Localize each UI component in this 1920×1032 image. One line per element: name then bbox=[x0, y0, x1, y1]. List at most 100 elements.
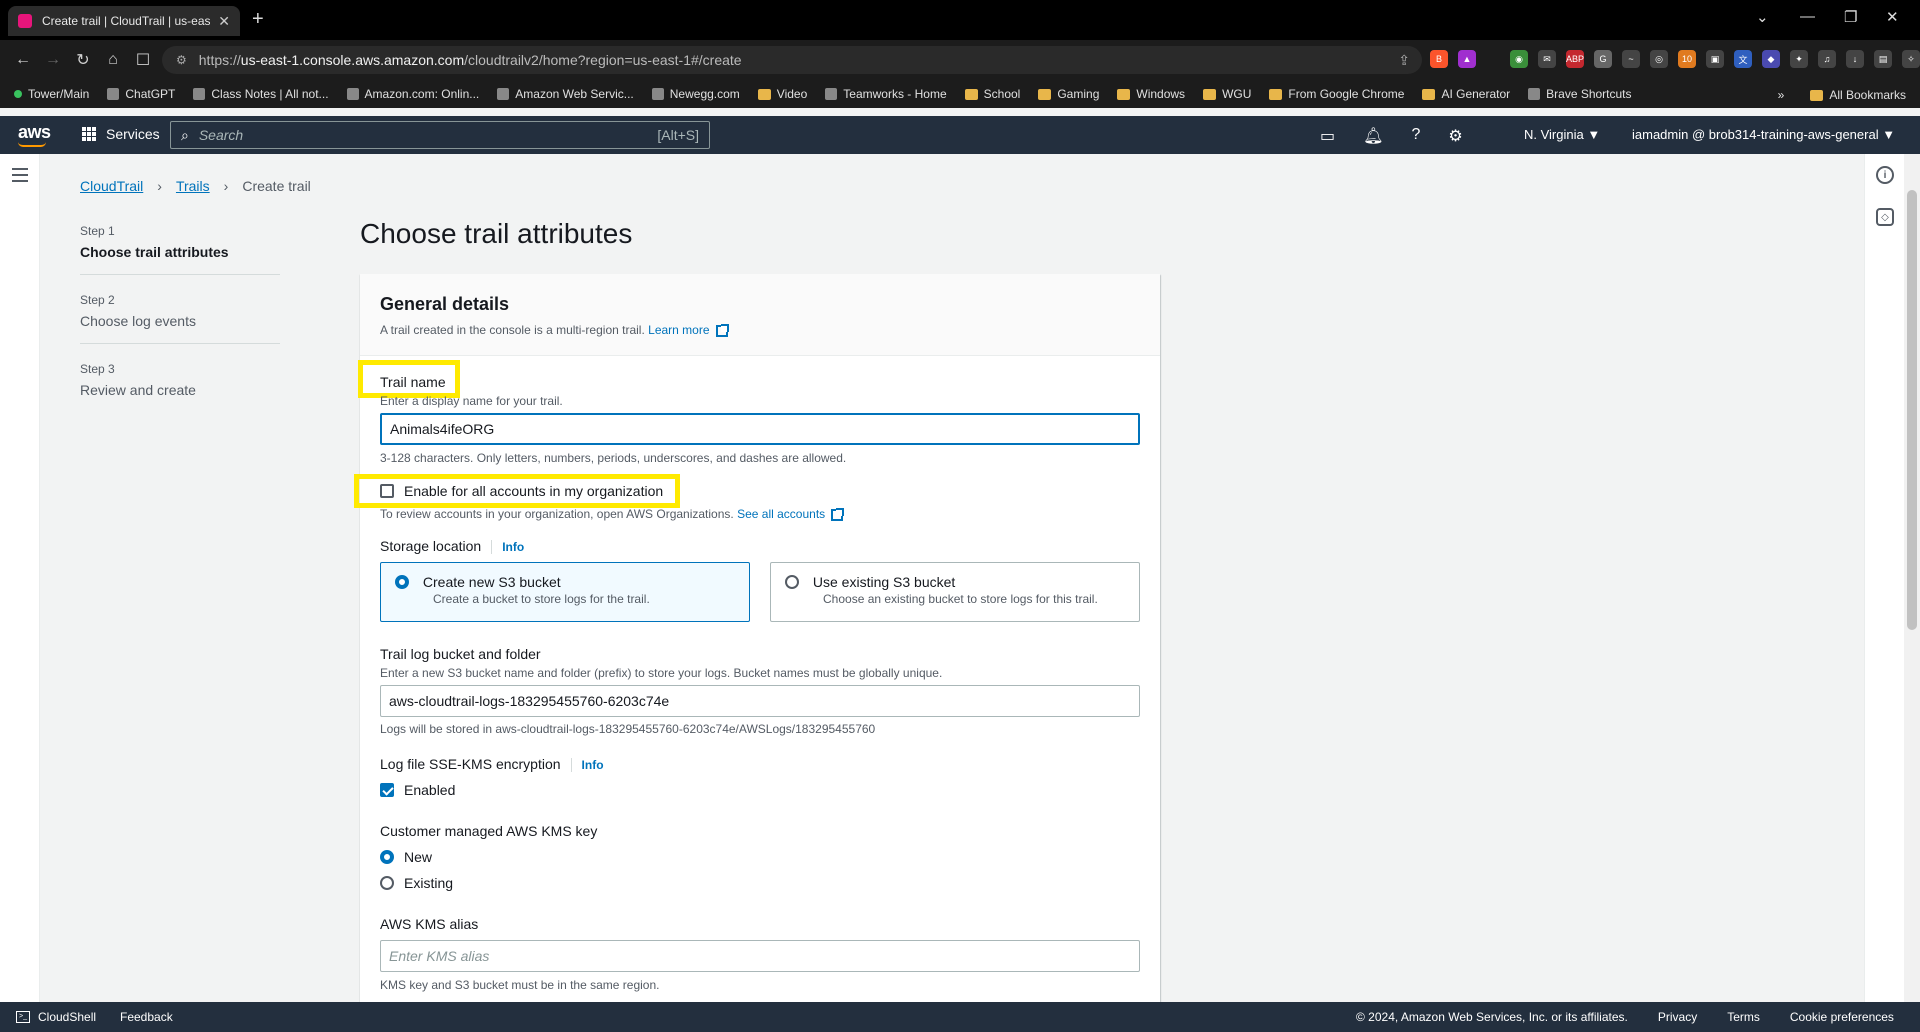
cloudshell-icon[interactable]: ▭ bbox=[1320, 126, 1335, 146]
tab-close-icon[interactable]: ✕ bbox=[218, 13, 230, 30]
extension-icon[interactable]: 10 bbox=[1678, 50, 1696, 68]
create-new-bucket-radio[interactable] bbox=[395, 575, 409, 590]
back-arrow-icon[interactable]: ← bbox=[8, 51, 38, 69]
cloudshell-button[interactable]: >_ CloudShell bbox=[16, 1010, 96, 1024]
brave-shields-icon[interactable]: B bbox=[1430, 50, 1448, 68]
bookmark-label: Video bbox=[776, 87, 808, 101]
restore-window-button[interactable]: ❐ bbox=[1844, 8, 1857, 26]
extension-icon[interactable]: ◎ bbox=[1650, 50, 1668, 68]
services-menu[interactable]: Services bbox=[82, 126, 160, 142]
kms-alias-input[interactable]: Enter KMS alias bbox=[380, 940, 1140, 972]
terms-link[interactable]: Terms bbox=[1727, 1010, 1760, 1024]
bookmark-item[interactable]: Teamworks - Home bbox=[825, 87, 947, 101]
music-icon[interactable]: ♫ bbox=[1818, 50, 1836, 68]
close-window-button[interactable]: ✕ bbox=[1886, 8, 1899, 26]
breadcrumb-trails[interactable]: Trails bbox=[176, 178, 210, 194]
bookmark-item[interactable]: WGU bbox=[1203, 87, 1251, 101]
see-all-accounts-link[interactable]: See all accounts bbox=[737, 507, 845, 521]
chrome-extension-icon[interactable]: ◉ bbox=[1510, 50, 1528, 68]
bookmark-item[interactable]: Tower/Main bbox=[14, 87, 89, 101]
forward-arrow-icon[interactable]: → bbox=[38, 51, 68, 69]
step-name: Choose log events bbox=[80, 313, 196, 329]
sse-enabled-checkbox[interactable] bbox=[380, 783, 394, 797]
org-trail-checkbox[interactable] bbox=[380, 484, 394, 498]
step-2[interactable]: Step 2 Choose log events bbox=[80, 287, 280, 344]
bookmark-item[interactable]: Brave Shortcuts bbox=[1528, 87, 1632, 101]
tab-search-chevron-icon[interactable]: ⌄ bbox=[1756, 8, 1769, 26]
bookmark-item[interactable]: Amazon.com: Onlin... bbox=[346, 87, 479, 101]
bookmark-item[interactable]: School bbox=[964, 87, 1021, 101]
site-info-icon[interactable]: ⚙ bbox=[176, 53, 187, 67]
trail-name-input[interactable]: Animals4ifeORG bbox=[380, 413, 1140, 445]
browser-tab-active[interactable]: Create trail | CloudTrail | us-east-1 ✕ bbox=[8, 6, 240, 36]
leo-ai-icon[interactable]: ✧ bbox=[1902, 50, 1920, 68]
sse-enabled-checkbox-row[interactable]: Enabled bbox=[380, 782, 455, 798]
extension-icon[interactable]: ◆ bbox=[1762, 50, 1780, 68]
notifications-bell-icon[interactable]: 🔔︎ bbox=[1363, 126, 1383, 146]
bookmark-item[interactable]: Gaming bbox=[1038, 87, 1099, 101]
create-new-bucket-tile[interactable]: Create new S3 bucket Create a bucket to … bbox=[380, 562, 750, 622]
new-tab-button[interactable]: + bbox=[252, 8, 264, 31]
aws-logo[interactable]: aws bbox=[18, 122, 51, 147]
use-existing-bucket-tile[interactable]: Use existing S3 bucket Choose an existin… bbox=[770, 562, 1140, 622]
bookmark-item[interactable]: Newegg.com bbox=[651, 87, 740, 101]
bookmark-label: School bbox=[983, 87, 1021, 101]
feedback-link[interactable]: Feedback bbox=[120, 1010, 173, 1024]
sse-info-link[interactable]: Info bbox=[570, 758, 604, 772]
brave-rewards-icon[interactable]: ▲ bbox=[1458, 50, 1476, 68]
bookmark-item[interactable]: From Google Chrome bbox=[1269, 87, 1404, 101]
bookmark-item[interactable]: Windows bbox=[1117, 87, 1185, 101]
bookmark-icon[interactable]: ☐ bbox=[128, 50, 158, 70]
page-scrollbar[interactable] bbox=[1904, 154, 1920, 1002]
sidebar-icon[interactable]: ▤ bbox=[1874, 50, 1892, 68]
settings-gear-icon[interactable]: ⚙ bbox=[1448, 126, 1462, 146]
bookmark-item[interactable]: Amazon Web Servic... bbox=[497, 87, 634, 101]
privacy-link[interactable]: Privacy bbox=[1658, 1010, 1697, 1024]
kms-new-radio[interactable] bbox=[380, 850, 394, 864]
kms-existing-radio[interactable] bbox=[380, 876, 394, 890]
all-bookmarks[interactable]: » All Bookmarks bbox=[1778, 88, 1906, 102]
help-icon[interactable]: ? bbox=[1411, 126, 1420, 146]
scrollbar-thumb[interactable] bbox=[1907, 190, 1917, 630]
kms-existing-radio-row[interactable]: Existing bbox=[380, 875, 453, 891]
address-bar[interactable]: ⚙ https://us-east-1.console.aws.amazon.c… bbox=[162, 46, 1422, 74]
folder-icon bbox=[1269, 88, 1283, 100]
org-trail-checkbox-row[interactable]: Enable for all accounts in my organizati… bbox=[380, 483, 663, 499]
bookmark-item[interactable]: AI Generator bbox=[1422, 87, 1510, 101]
step-1[interactable]: Step 1 Choose trail attributes bbox=[80, 218, 280, 275]
account-menu[interactable]: iamadmin @ brob314-training-aws-general … bbox=[1632, 127, 1895, 142]
grammarly-icon[interactable]: G bbox=[1594, 50, 1612, 68]
storage-info-link[interactable]: Info bbox=[491, 540, 525, 554]
use-existing-bucket-radio[interactable] bbox=[785, 575, 799, 590]
bookmark-item[interactable]: Video bbox=[757, 87, 808, 101]
tab-title: Create trail | CloudTrail | us-east-1 bbox=[42, 14, 211, 28]
hamburger-menu-icon[interactable] bbox=[12, 168, 28, 186]
folder-icon bbox=[1422, 88, 1436, 100]
breadcrumb: CloudTrail › Trails › Create trail bbox=[80, 178, 311, 194]
search-shortcut: [Alt+S] bbox=[657, 127, 699, 143]
translate-icon[interactable]: 文 bbox=[1734, 50, 1752, 68]
mail-extension-icon[interactable]: ✉ bbox=[1538, 50, 1556, 68]
bookmark-item[interactable]: ChatGPT bbox=[107, 87, 175, 101]
extension-icon[interactable]: ▣ bbox=[1706, 50, 1724, 68]
kms-new-radio-row[interactable]: New bbox=[380, 849, 432, 865]
feedback-icon[interactable]: ◇ bbox=[1876, 208, 1894, 226]
region-selector[interactable]: N. Virginia ▼ bbox=[1524, 127, 1600, 142]
download-icon[interactable]: ↓ bbox=[1846, 50, 1864, 68]
adblock-plus-icon[interactable]: ABP bbox=[1566, 50, 1584, 68]
aws-search-input[interactable]: ⌕ Search [Alt+S] bbox=[170, 121, 710, 149]
home-icon[interactable]: ⌂ bbox=[98, 51, 128, 69]
bookmark-item[interactable]: Class Notes | All not... bbox=[193, 87, 329, 101]
extension-icon[interactable]: ~ bbox=[1622, 50, 1640, 68]
info-icon[interactable]: i bbox=[1876, 166, 1894, 184]
bucket-input[interactable]: aws-cloudtrail-logs-183295455760-6203c74… bbox=[380, 685, 1140, 717]
reload-icon[interactable]: ↻ bbox=[68, 50, 98, 70]
step-3[interactable]: Step 3 Review and create bbox=[80, 356, 280, 412]
learn-more-link[interactable]: Learn more bbox=[648, 323, 729, 337]
breadcrumb-cloudtrail[interactable]: CloudTrail bbox=[80, 178, 143, 194]
puzzle-icon[interactable]: ✦ bbox=[1790, 50, 1808, 68]
cookie-preferences-link[interactable]: Cookie preferences bbox=[1790, 1010, 1894, 1024]
share-icon[interactable]: ⇪ bbox=[1398, 52, 1410, 69]
more-bookmarks-chevron-icon[interactable]: » bbox=[1778, 88, 1785, 102]
minimize-window-button[interactable]: — bbox=[1800, 8, 1815, 25]
